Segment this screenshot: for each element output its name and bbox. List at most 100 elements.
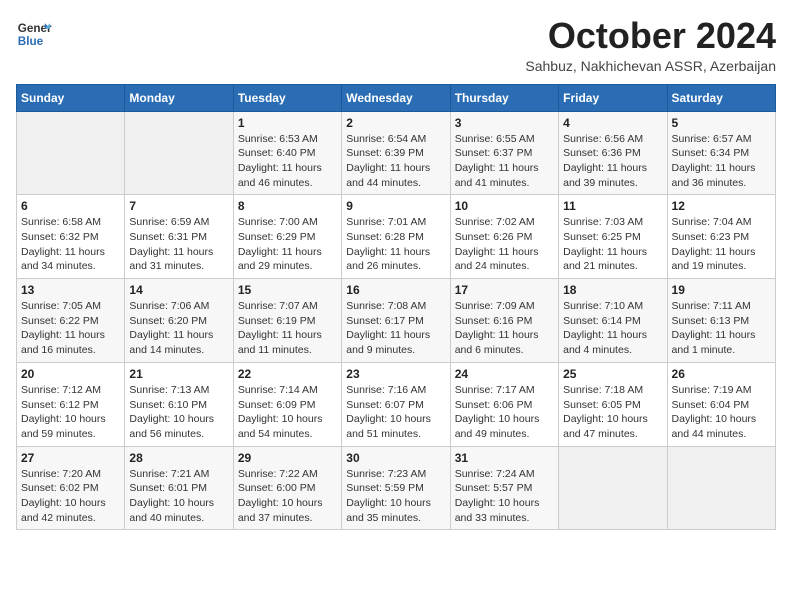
header-cell-tuesday: Tuesday [233, 84, 341, 111]
day-info: Sunrise: 7:09 AM Sunset: 6:16 PM Dayligh… [455, 299, 554, 358]
calendar-week-5: 27Sunrise: 7:20 AM Sunset: 6:02 PM Dayli… [17, 446, 776, 530]
header-cell-thursday: Thursday [450, 84, 558, 111]
day-info: Sunrise: 7:04 AM Sunset: 6:23 PM Dayligh… [672, 215, 771, 274]
logo: General Blue [16, 16, 52, 52]
day-number: 25 [563, 367, 662, 381]
day-info: Sunrise: 7:22 AM Sunset: 6:00 PM Dayligh… [238, 467, 337, 526]
header-cell-saturday: Saturday [667, 84, 775, 111]
calendar-cell: 11Sunrise: 7:03 AM Sunset: 6:25 PM Dayli… [559, 195, 667, 279]
day-number: 6 [21, 199, 120, 213]
day-number: 12 [672, 199, 771, 213]
day-number: 5 [672, 116, 771, 130]
day-number: 4 [563, 116, 662, 130]
calendar-cell: 17 Sunrise: 7:09 AM Sunset: 6:16 PM Dayli… [450, 279, 558, 363]
day-number: 14 [129, 283, 228, 297]
location-subtitle: Sahbuz, Nakhichevan ASSR, Azerbaijan [525, 58, 776, 74]
calendar-cell: 22 Sunrise: 7:14 AM Sunset: 6:09 PM Dayli… [233, 362, 341, 446]
day-number: 17 [455, 283, 554, 297]
calendar-cell: 13Sunrise: 7:05 AM Sunset: 6:22 PM Dayli… [17, 279, 125, 363]
calendar-cell: 30 Sunrise: 7:23 AM Sunset: 5:59 PM Dayli… [342, 446, 450, 530]
day-number: 20 [21, 367, 120, 381]
calendar-week-1: 1 Sunrise: 6:53 AM Sunset: 6:40 PM Daylig… [17, 111, 776, 195]
calendar-cell: 14 Sunrise: 7:06 AM Sunset: 6:20 PM Dayli… [125, 279, 233, 363]
calendar-cell: 20Sunrise: 7:12 AM Sunset: 6:12 PM Dayli… [17, 362, 125, 446]
header-row: SundayMondayTuesdayWednesdayThursdayFrid… [17, 84, 776, 111]
calendar-cell: 23 Sunrise: 7:16 AM Sunset: 6:07 PM Dayli… [342, 362, 450, 446]
calendar-cell: 3 Sunrise: 6:55 AM Sunset: 6:37 PM Daylig… [450, 111, 558, 195]
day-number: 31 [455, 451, 554, 465]
day-number: 18 [563, 283, 662, 297]
day-info: Sunrise: 7:02 AM Sunset: 6:26 PM Dayligh… [455, 215, 554, 274]
day-info: Sunrise: 7:06 AM Sunset: 6:20 PM Dayligh… [129, 299, 228, 358]
calendar-cell [559, 446, 667, 530]
day-info: Sunrise: 6:55 AM Sunset: 6:37 PM Dayligh… [455, 132, 554, 191]
calendar-cell: 31 Sunrise: 7:24 AM Sunset: 5:57 PM Dayli… [450, 446, 558, 530]
day-number: 30 [346, 451, 445, 465]
calendar-cell: 8Sunrise: 7:00 AM Sunset: 6:29 PM Daylig… [233, 195, 341, 279]
day-number: 7 [129, 199, 228, 213]
day-info: Sunrise: 7:13 AM Sunset: 6:10 PM Dayligh… [129, 383, 228, 442]
calendar-cell: 28Sunrise: 7:21 AM Sunset: 6:01 PM Dayli… [125, 446, 233, 530]
day-number: 19 [672, 283, 771, 297]
title-block: October 2024 Sahbuz, Nakhichevan ASSR, A… [525, 16, 776, 74]
calendar-week-4: 20Sunrise: 7:12 AM Sunset: 6:12 PM Dayli… [17, 362, 776, 446]
calendar-cell: 4 Sunrise: 6:56 AM Sunset: 6:36 PM Daylig… [559, 111, 667, 195]
day-number: 24 [455, 367, 554, 381]
calendar-cell: 6Sunrise: 6:58 AM Sunset: 6:32 PM Daylig… [17, 195, 125, 279]
day-info: Sunrise: 7:01 AM Sunset: 6:28 PM Dayligh… [346, 215, 445, 274]
day-info: Sunrise: 7:14 AM Sunset: 6:09 PM Dayligh… [238, 383, 337, 442]
header-cell-monday: Monday [125, 84, 233, 111]
calendar-body: 1 Sunrise: 6:53 AM Sunset: 6:40 PM Daylig… [17, 111, 776, 530]
calendar-cell: 12 Sunrise: 7:04 AM Sunset: 6:23 PM Dayli… [667, 195, 775, 279]
day-info: Sunrise: 7:23 AM Sunset: 5:59 PM Dayligh… [346, 467, 445, 526]
day-info: Sunrise: 7:00 AM Sunset: 6:29 PM Dayligh… [238, 215, 337, 274]
calendar-cell: 18 Sunrise: 7:10 AM Sunset: 6:14 PM Dayli… [559, 279, 667, 363]
day-info: Sunrise: 7:16 AM Sunset: 6:07 PM Dayligh… [346, 383, 445, 442]
calendar-cell: 15Sunrise: 7:07 AM Sunset: 6:19 PM Dayli… [233, 279, 341, 363]
calendar-cell: 16 Sunrise: 7:08 AM Sunset: 6:17 PM Dayli… [342, 279, 450, 363]
day-number: 3 [455, 116, 554, 130]
day-number: 16 [346, 283, 445, 297]
day-number: 22 [238, 367, 337, 381]
calendar-header: SundayMondayTuesdayWednesdayThursdayFrid… [17, 84, 776, 111]
day-number: 9 [346, 199, 445, 213]
day-number: 21 [129, 367, 228, 381]
day-info: Sunrise: 6:59 AM Sunset: 6:31 PM Dayligh… [129, 215, 228, 274]
calendar-cell: 2 Sunrise: 6:54 AM Sunset: 6:39 PM Daylig… [342, 111, 450, 195]
day-info: Sunrise: 7:11 AM Sunset: 6:13 PM Dayligh… [672, 299, 771, 358]
calendar-cell: 9 Sunrise: 7:01 AM Sunset: 6:28 PM Daylig… [342, 195, 450, 279]
day-info: Sunrise: 6:57 AM Sunset: 6:34 PM Dayligh… [672, 132, 771, 191]
day-number: 23 [346, 367, 445, 381]
calendar-cell [17, 111, 125, 195]
calendar-cell: 19 Sunrise: 7:11 AM Sunset: 6:13 PM Dayli… [667, 279, 775, 363]
calendar-cell: 24 Sunrise: 7:17 AM Sunset: 6:06 PM Dayli… [450, 362, 558, 446]
calendar-cell: 7 Sunrise: 6:59 AM Sunset: 6:31 PM Daylig… [125, 195, 233, 279]
calendar-cell [125, 111, 233, 195]
calendar-cell: 25Sunrise: 7:18 AM Sunset: 6:05 PM Dayli… [559, 362, 667, 446]
day-info: Sunrise: 7:08 AM Sunset: 6:17 PM Dayligh… [346, 299, 445, 358]
calendar-cell: 29Sunrise: 7:22 AM Sunset: 6:00 PM Dayli… [233, 446, 341, 530]
day-info: Sunrise: 7:17 AM Sunset: 6:06 PM Dayligh… [455, 383, 554, 442]
day-info: Sunrise: 7:07 AM Sunset: 6:19 PM Dayligh… [238, 299, 337, 358]
calendar-cell: 1 Sunrise: 6:53 AM Sunset: 6:40 PM Daylig… [233, 111, 341, 195]
calendar-cell: 5 Sunrise: 6:57 AM Sunset: 6:34 PM Daylig… [667, 111, 775, 195]
day-number: 2 [346, 116, 445, 130]
svg-text:General: General [18, 22, 52, 35]
header-cell-friday: Friday [559, 84, 667, 111]
day-info: Sunrise: 7:24 AM Sunset: 5:57 PM Dayligh… [455, 467, 554, 526]
day-info: Sunrise: 7:21 AM Sunset: 6:01 PM Dayligh… [129, 467, 228, 526]
logo-icon: General Blue [16, 16, 52, 52]
day-number: 1 [238, 116, 337, 130]
day-info: Sunrise: 7:10 AM Sunset: 6:14 PM Dayligh… [563, 299, 662, 358]
calendar-cell: 26Sunrise: 7:19 AM Sunset: 6:04 PM Dayli… [667, 362, 775, 446]
day-info: Sunrise: 6:56 AM Sunset: 6:36 PM Dayligh… [563, 132, 662, 191]
calendar-cell: 27Sunrise: 7:20 AM Sunset: 6:02 PM Dayli… [17, 446, 125, 530]
header-cell-wednesday: Wednesday [342, 84, 450, 111]
day-info: Sunrise: 6:53 AM Sunset: 6:40 PM Dayligh… [238, 132, 337, 191]
day-info: Sunrise: 6:54 AM Sunset: 6:39 PM Dayligh… [346, 132, 445, 191]
page-header: General Blue October 2024 Sahbuz, Nakhic… [16, 16, 776, 74]
svg-text:Blue: Blue [18, 35, 44, 48]
calendar-cell: 10Sunrise: 7:02 AM Sunset: 6:26 PM Dayli… [450, 195, 558, 279]
calendar-table: SundayMondayTuesdayWednesdayThursdayFrid… [16, 84, 776, 531]
calendar-week-3: 13Sunrise: 7:05 AM Sunset: 6:22 PM Dayli… [17, 279, 776, 363]
